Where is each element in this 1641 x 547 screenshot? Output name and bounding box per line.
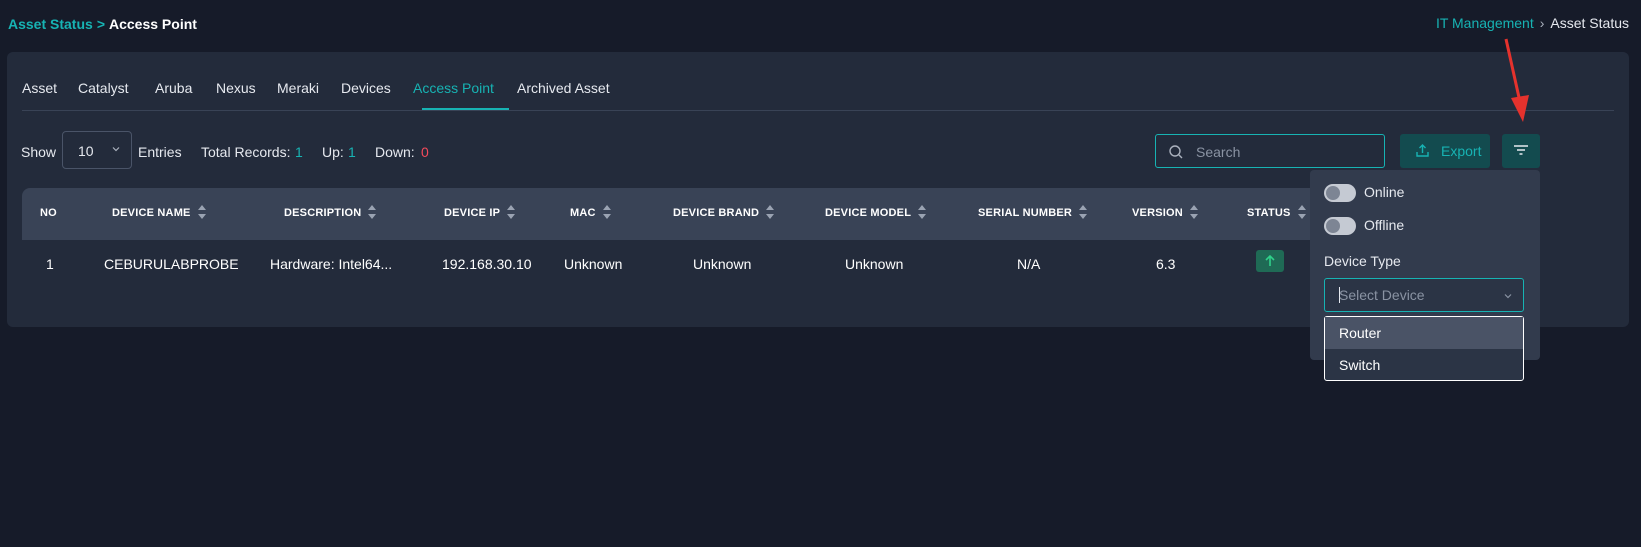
offline-label: Offline xyxy=(1364,217,1405,233)
column-header-no[interactable]: NO xyxy=(40,207,57,219)
table-row[interactable]: 1 CEBURULABPROBE Hardware: Intel64... 19… xyxy=(22,241,1322,293)
select-placeholder: Select Device xyxy=(1339,287,1425,303)
breadcrumb: Asset Status > Access Point xyxy=(8,16,197,32)
entries-label: Entries xyxy=(138,144,182,160)
upload-icon xyxy=(1416,144,1429,157)
column-header-device-ip[interactable]: DEVICE IP xyxy=(444,204,516,219)
sort-icon xyxy=(197,204,206,219)
up-count: 1 xyxy=(348,144,356,160)
status-badge xyxy=(1256,250,1284,272)
export-label: Export xyxy=(1441,143,1482,159)
tab-nexus[interactable]: Nexus xyxy=(216,80,256,96)
cell-version: 6.3 xyxy=(1156,256,1176,272)
table-header: NO DEVICE NAME DESCRIPTION DEVICE IP MAC… xyxy=(22,188,1322,240)
column-header-version[interactable]: VERSION xyxy=(1132,204,1198,219)
total-records-label: Total Records: xyxy=(201,144,291,160)
sort-icon xyxy=(368,204,377,219)
arrow-up-icon xyxy=(1265,255,1275,266)
column-header-description[interactable]: DESCRIPTION xyxy=(284,204,377,219)
tab-bar: Asset Catalyst Aruba Nexus Meraki Device… xyxy=(22,80,1614,111)
cell-description: Hardware: Intel64... xyxy=(270,256,393,272)
annotation-arrow-icon xyxy=(1504,38,1529,122)
sort-icon xyxy=(918,204,927,219)
search-input[interactable] xyxy=(1194,141,1378,163)
search-icon xyxy=(1169,145,1183,159)
cell-no: 1 xyxy=(46,256,54,272)
breadcrumb-current: Asset Status xyxy=(1550,15,1629,31)
breadcrumb-it-management-link[interactable]: IT Management xyxy=(1436,15,1534,31)
tab-aruba[interactable]: Aruba xyxy=(155,80,192,96)
tab-meraki[interactable]: Meraki xyxy=(277,80,319,96)
entries-value: 10 xyxy=(78,143,94,159)
entries-select[interactable]: 10 xyxy=(62,131,132,169)
column-header-device-name[interactable]: DEVICE NAME xyxy=(112,204,206,219)
tab-access-point[interactable]: Access Point xyxy=(413,80,494,96)
cell-device-ip: 192.168.30.10 xyxy=(442,256,532,272)
sort-icon xyxy=(602,204,611,219)
online-toggle[interactable] xyxy=(1324,184,1356,202)
down-label: Down: xyxy=(375,144,415,160)
column-header-mac[interactable]: MAC xyxy=(570,204,611,219)
column-header-device-brand[interactable]: DEVICE BRAND xyxy=(673,204,775,219)
breadcrumb-parent-link[interactable]: Asset Status xyxy=(8,16,93,32)
sort-icon xyxy=(1189,204,1198,219)
tab-archived-asset[interactable]: Archived Asset xyxy=(517,80,610,96)
breadcrumb-separator: > xyxy=(96,16,105,32)
device-type-label: Device Type xyxy=(1324,253,1401,269)
offline-toggle[interactable] xyxy=(1324,217,1356,235)
show-label: Show xyxy=(21,144,57,160)
tab-catalyst[interactable]: Catalyst xyxy=(78,80,129,96)
down-count: 0 xyxy=(421,144,429,160)
active-tab-indicator xyxy=(422,108,509,110)
breadcrumb-current: Access Point xyxy=(109,16,197,32)
tab-asset[interactable]: Asset xyxy=(22,80,57,96)
total-records-value: 1 xyxy=(295,144,303,160)
online-label: Online xyxy=(1364,184,1405,200)
sort-icon xyxy=(1297,204,1306,219)
sort-icon xyxy=(766,204,775,219)
sort-icon xyxy=(507,204,516,219)
option-router[interactable]: Router xyxy=(1325,317,1523,349)
cell-device-brand: Unknown xyxy=(693,256,752,272)
tab-devices[interactable]: Devices xyxy=(341,80,391,96)
sort-icon xyxy=(1079,204,1088,219)
page-breadcrumb-right: IT Management › Asset Status xyxy=(1436,15,1629,31)
filter-button[interactable] xyxy=(1502,134,1540,168)
column-header-serial-number[interactable]: SERIAL NUMBER xyxy=(978,204,1088,219)
up-label: Up: xyxy=(322,144,344,160)
device-type-options: Router Switch xyxy=(1324,316,1524,381)
column-header-device-model[interactable]: DEVICE MODEL xyxy=(825,204,927,219)
device-type-select[interactable]: Select Device xyxy=(1324,278,1524,312)
cell-device-model: Unknown xyxy=(845,256,904,272)
export-button[interactable]: Export xyxy=(1400,134,1490,168)
option-switch[interactable]: Switch xyxy=(1325,349,1523,381)
chevron-down-icon xyxy=(1504,294,1512,299)
cell-mac: Unknown xyxy=(564,256,623,272)
cell-serial-number: N/A xyxy=(1017,256,1041,272)
filter-icon xyxy=(1514,145,1528,155)
breadcrumb-separator: › xyxy=(1539,15,1545,31)
chevron-down-icon xyxy=(112,147,120,152)
cell-device-name: CEBURULABPROBE xyxy=(104,256,239,272)
search-box xyxy=(1155,134,1385,168)
column-header-status[interactable]: STATUS xyxy=(1247,204,1306,219)
